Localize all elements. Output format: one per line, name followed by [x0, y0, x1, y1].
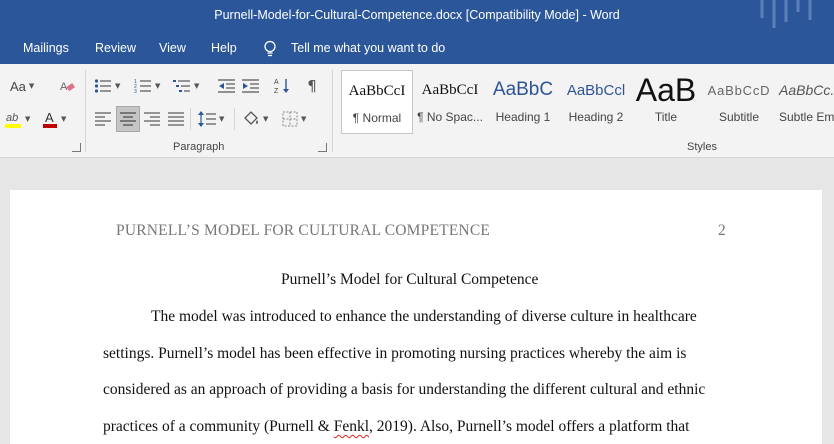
separator — [234, 108, 235, 130]
menu-help[interactable]: Help — [211, 41, 237, 55]
paragraph-line: practices of a community (Purnell & Fenk… — [103, 418, 689, 436]
line-text-pre: practices of a community (Purnell & — [103, 418, 334, 435]
sort-button[interactable]: AZ — [274, 76, 292, 96]
show-formatting-button[interactable]: ¶ — [304, 76, 320, 96]
increase-indent-button[interactable] — [242, 76, 260, 96]
align-left-icon — [95, 112, 111, 126]
paragraph-group-label: Paragraph — [173, 141, 225, 153]
svg-text:A: A — [45, 110, 54, 125]
line-spacing-icon — [198, 111, 216, 127]
change-case-button[interactable]: Aa ▼ — [10, 76, 34, 96]
align-center-button[interactable] — [116, 106, 140, 132]
font-size-case-label: Aa — [10, 78, 26, 94]
style-preview: AaBbCcl — [566, 81, 626, 99]
ribbon: Aa ▼ A ab ▼ A ▼ ▼ 123 ▼ ▼ A Z ¶ ▼ ▼ ▼ Pa… — [0, 64, 834, 158]
style-label: ¶ No Spac... — [417, 110, 483, 124]
svg-text:ab: ab — [6, 112, 18, 124]
lightbulb-icon — [264, 40, 276, 57]
style-label: Title — [654, 110, 678, 124]
style-label: Heading 2 — [568, 110, 624, 124]
window-title: Purnell-Model-for-Cultural-Competence.do… — [214, 8, 620, 22]
style-preview: AaBbCcI — [348, 82, 406, 99]
line-spacing-button[interactable]: ▼ — [198, 108, 224, 130]
menu-bar: Mailings Review View Help Tell me what y… — [0, 34, 834, 64]
styles-gallery: AaBbCcI ¶ Normal AaBbCcI ¶ No Spac... Aa… — [341, 70, 834, 134]
separator — [332, 70, 333, 152]
align-center-icon — [120, 112, 136, 126]
style-preview: AaBbCcD — [707, 82, 771, 98]
title-bar: Purnell-Model-for-Cultural-Competence.do… — [0, 0, 834, 34]
font-color-icon: A — [43, 110, 57, 128]
style-no-spacing[interactable]: AaBbCcI ¶ No Spac... — [415, 70, 485, 134]
style-heading-2[interactable]: AaBbCcl Heading 2 — [561, 70, 631, 134]
style-subtitle[interactable]: AaBbCcD Subtitle — [703, 70, 775, 134]
numbering-icon: 123 — [134, 79, 151, 94]
decrease-indent-button[interactable] — [218, 76, 236, 96]
paragraph-dialog-launcher[interactable] — [318, 143, 327, 152]
svg-text:Z: Z — [274, 88, 279, 95]
bullets-button[interactable]: ▼ — [94, 76, 120, 96]
tell-me-search[interactable]: Tell me what you want to do — [291, 41, 445, 55]
style-preview: AaBbC — [492, 79, 554, 100]
align-left-button[interactable] — [94, 108, 112, 130]
borders-button[interactable]: ▼ — [282, 108, 306, 130]
pilcrow-icon: ¶ — [307, 77, 317, 95]
style-normal[interactable]: AaBbCcI ¶ Normal — [341, 70, 413, 134]
highlight-button[interactable]: ab ▼ — [4, 108, 30, 130]
paragraph-line: settings. Purnell’s model has been effec… — [103, 345, 687, 362]
menu-review[interactable]: Review — [95, 41, 136, 55]
paragraph-line: The model was introduced to enhance the … — [151, 308, 697, 325]
svg-text:A: A — [274, 79, 279, 86]
justify-icon — [168, 112, 184, 126]
font-color-button[interactable]: A ▼ — [42, 108, 66, 130]
style-label: Subtitle — [718, 110, 760, 124]
style-label: ¶ Normal — [352, 111, 402, 125]
borders-icon — [282, 111, 298, 127]
eraser-icon: A — [60, 81, 75, 93]
style-preview: AaBbCc. — [779, 82, 834, 98]
numbering-button[interactable]: 123 ▼ — [134, 76, 160, 96]
paragraph-line: considered as an approach of providing a… — [103, 381, 706, 398]
bullets-icon — [94, 79, 111, 93]
multilevel-list-icon — [173, 80, 190, 92]
multilevel-list-button[interactable]: ▼ — [173, 76, 199, 96]
separator — [85, 70, 86, 152]
spelling-flagged-word[interactable]: Fenkl — [334, 418, 369, 435]
align-right-icon — [144, 112, 160, 126]
paint-bucket-icon — [244, 111, 258, 125]
highlighter-icon: ab — [5, 112, 21, 128]
align-right-button[interactable] — [143, 108, 161, 130]
style-preview: AaB — [635, 71, 697, 108]
style-label: Heading 1 — [495, 110, 551, 124]
styles-group-label: Styles — [687, 141, 717, 153]
menu-view[interactable]: View — [159, 41, 186, 55]
sort-icon: AZ — [274, 79, 289, 95]
style-label: Subtle Em... — [779, 110, 834, 124]
style-title[interactable]: AaB Title — [633, 70, 699, 134]
style-subtle-emphasis[interactable]: AaBbCc. Subtle Em... — [777, 70, 834, 134]
style-preview: AaBbCcI — [421, 81, 479, 98]
shading-button[interactable]: ▼ — [242, 108, 268, 130]
increase-indent-icon — [242, 79, 259, 93]
decrease-indent-icon — [218, 79, 235, 93]
font-dialog-launcher[interactable] — [72, 143, 81, 152]
line-text-post: , 2019). Also, Purnell’s model offers a … — [369, 418, 690, 435]
document-page[interactable]: PURNELL’S MODEL FOR CULTURAL COMPETENCE … — [10, 190, 822, 444]
menu-mailings[interactable]: Mailings — [23, 41, 69, 55]
running-head: PURNELL’S MODEL FOR CULTURAL COMPETENCE — [116, 222, 491, 239]
title-bar-decoration — [760, 0, 812, 28]
svg-text:3: 3 — [134, 89, 137, 94]
document-heading: Purnell’s Model for Cultural Competence — [281, 271, 539, 288]
style-heading-1[interactable]: AaBbC Heading 1 — [487, 70, 559, 134]
separator — [190, 108, 191, 130]
clear-formatting-button[interactable]: A — [58, 76, 76, 96]
page-number: 2 — [718, 222, 726, 239]
justify-button[interactable] — [167, 108, 185, 130]
